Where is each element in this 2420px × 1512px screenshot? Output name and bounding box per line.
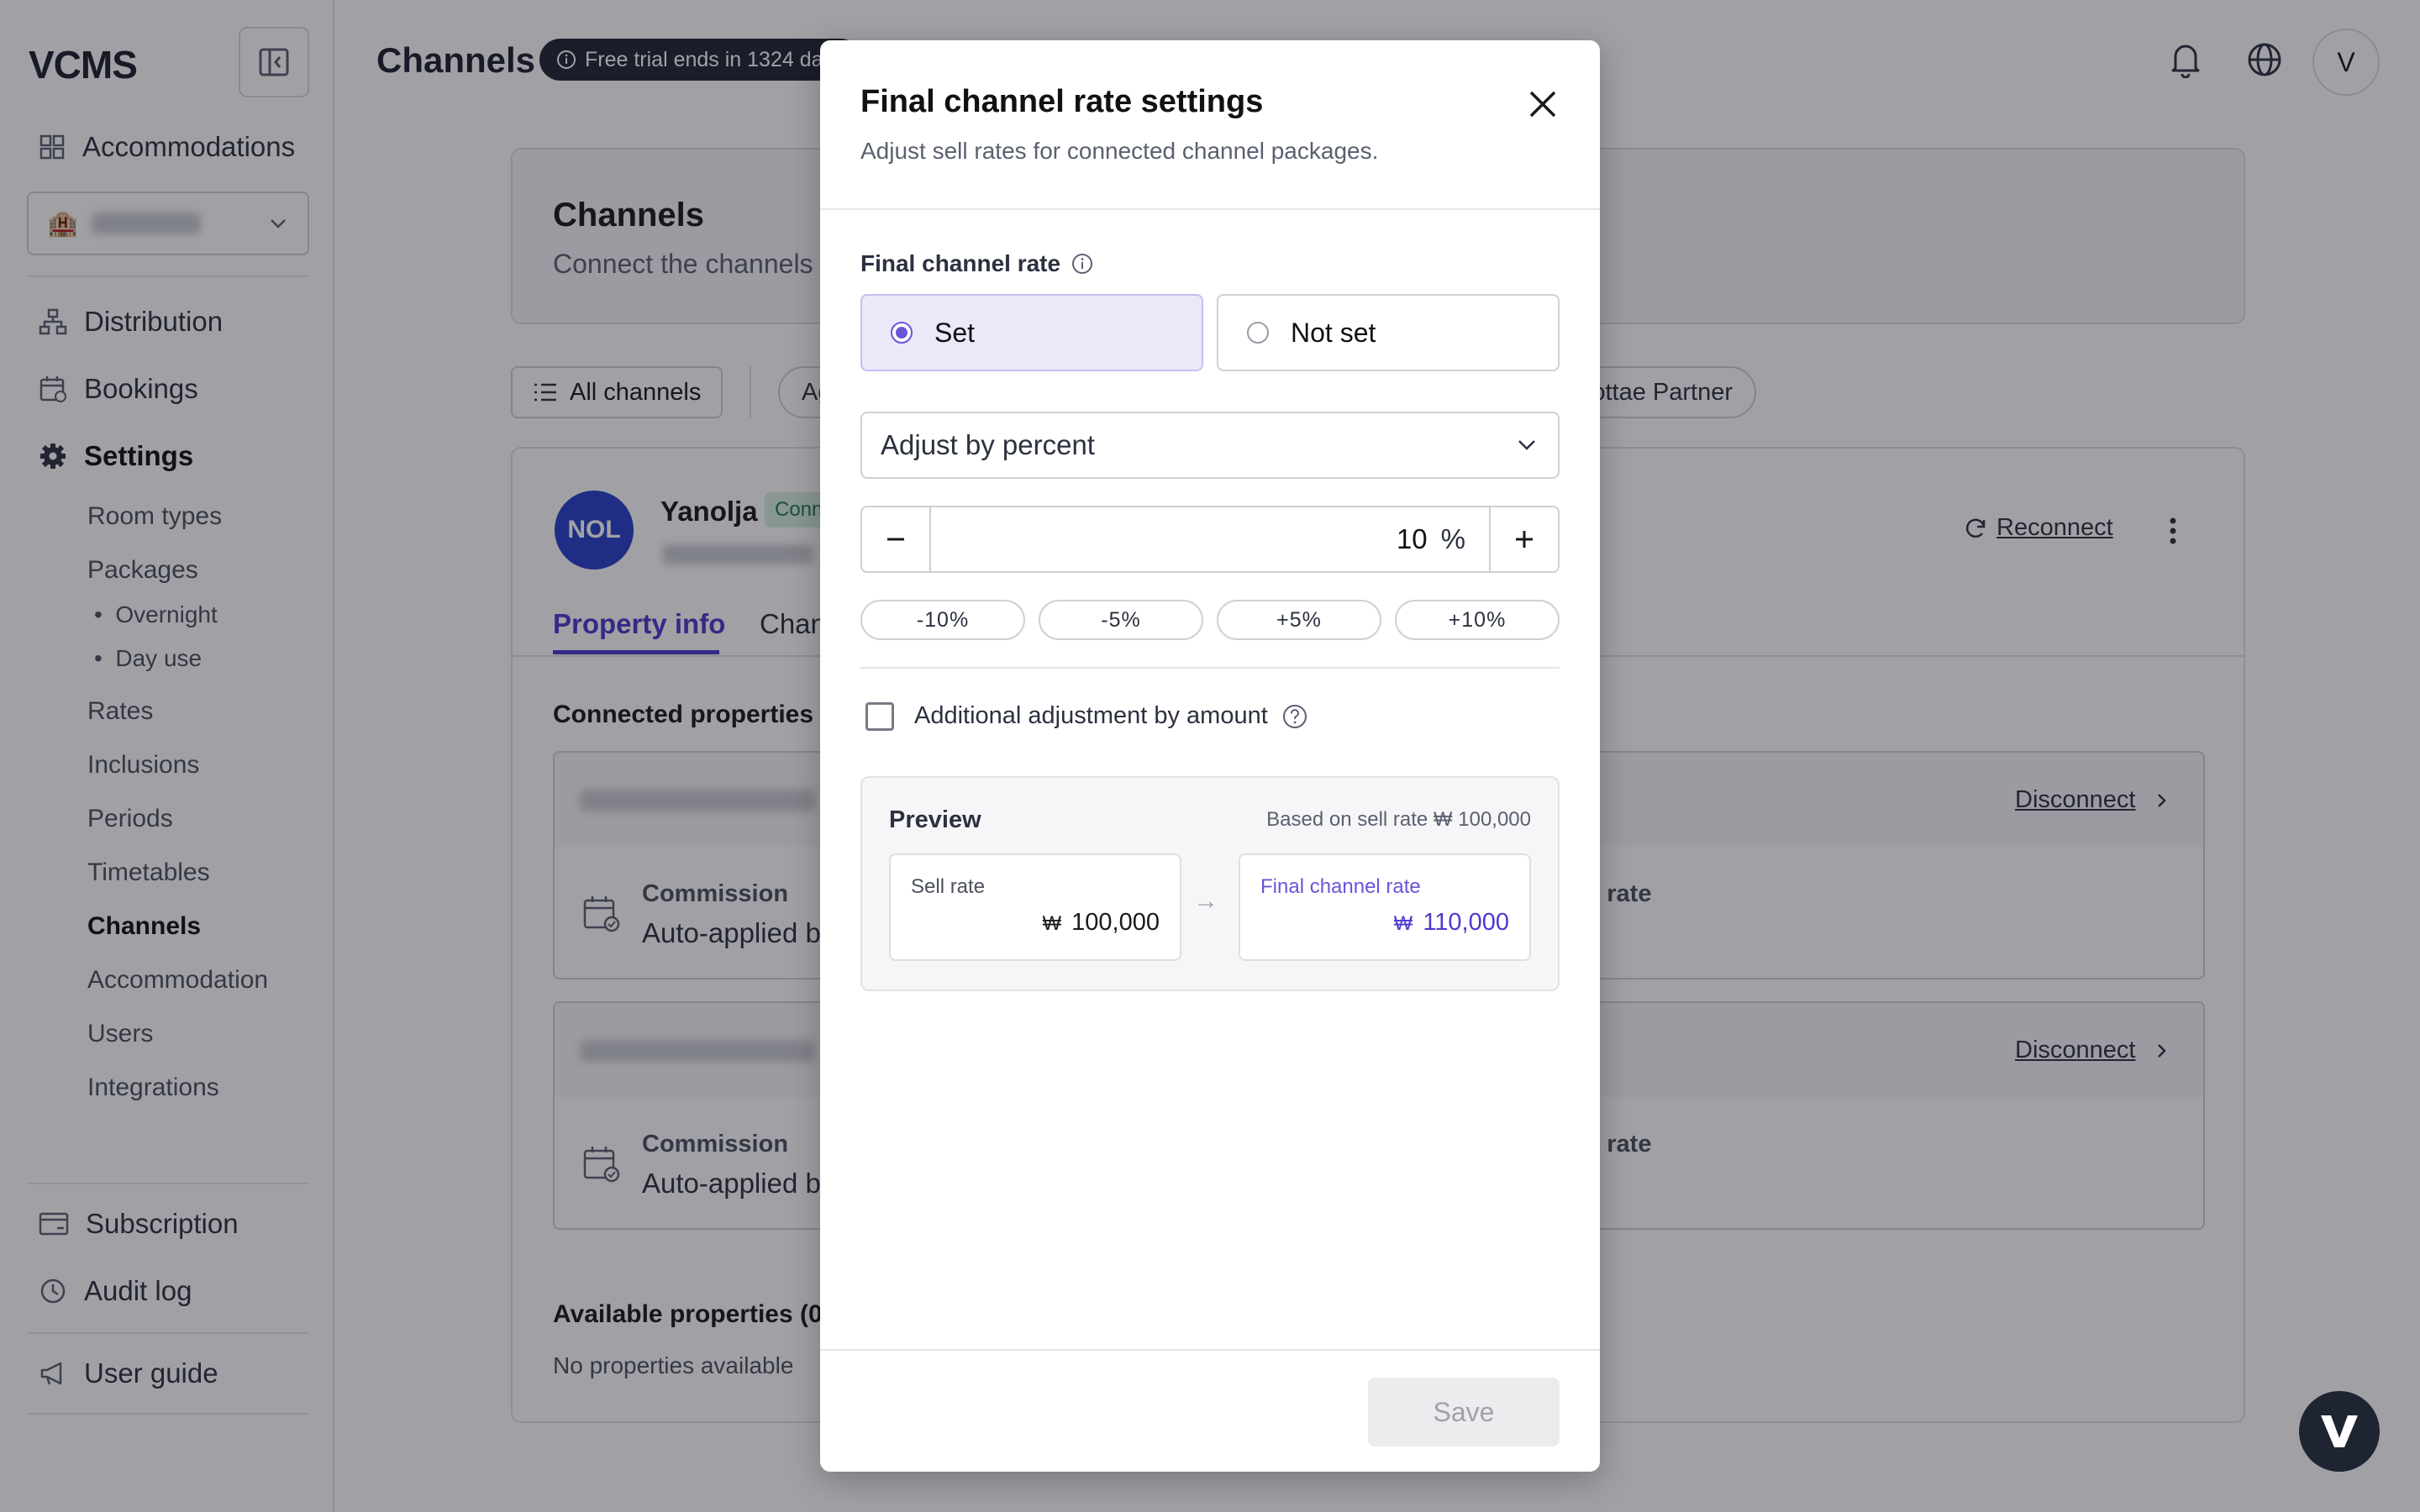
quick-adjust-plus-10[interactable]: +10% bbox=[1395, 600, 1560, 640]
percent-stepper: 10 % bbox=[860, 506, 1560, 573]
preview-title: Preview bbox=[889, 806, 981, 833]
final-rate-value: ₩ 110,000 bbox=[1394, 909, 1509, 937]
final-rate-box: Final channel rate ₩ 110,000 bbox=[1239, 853, 1531, 961]
additional-adjust-label[interactable]: Additional adjustment by amount bbox=[914, 702, 1308, 730]
preview-panel: Preview Based on sell rate ₩ 100,000 Sel… bbox=[860, 776, 1560, 991]
percent-input[interactable]: 10 % bbox=[929, 507, 1491, 571]
additional-adjust-text: Additional adjustment by amount bbox=[914, 702, 1268, 729]
final-rate-label: Final channel rate bbox=[1260, 875, 1421, 898]
final-rate-modal: Final channel rate settings Adjust sell … bbox=[820, 40, 1600, 1472]
sell-rate-amount: 100,000 bbox=[1071, 909, 1160, 936]
option-not-set[interactable]: Not set bbox=[1217, 294, 1560, 371]
option-set[interactable]: Set bbox=[860, 294, 1203, 371]
final-rate-section-label: Final channel rate bbox=[860, 250, 1094, 277]
preview-based-on: Based on sell rate ₩ 100,000 bbox=[1266, 808, 1531, 831]
radio-not-set[interactable] bbox=[1247, 322, 1269, 344]
close-icon bbox=[1529, 91, 1556, 118]
modal-footer-divider bbox=[820, 1349, 1600, 1351]
help-chat-button[interactable] bbox=[2299, 1391, 2380, 1472]
increment-button[interactable] bbox=[1491, 507, 1558, 571]
modal-divider bbox=[820, 208, 1600, 210]
minus-icon bbox=[887, 538, 904, 541]
quick-adjust-minus-10[interactable]: -10% bbox=[860, 600, 1025, 640]
close-button[interactable] bbox=[1519, 81, 1566, 128]
help-circle-icon[interactable] bbox=[1281, 703, 1308, 730]
final-rate-amount: 110,000 bbox=[1423, 909, 1509, 936]
percent-unit: % bbox=[1440, 523, 1465, 554]
plus-icon bbox=[1516, 531, 1533, 548]
info-icon[interactable] bbox=[1071, 252, 1094, 276]
currency-symbol: ₩ bbox=[1393, 912, 1413, 935]
radio-set[interactable] bbox=[891, 322, 913, 344]
additional-adjust-checkbox[interactable] bbox=[865, 702, 894, 731]
chevron-down-icon bbox=[1518, 440, 1535, 450]
modal-subtitle: Adjust sell rates for connected channel … bbox=[860, 138, 1379, 164]
modal-title: Final channel rate settings bbox=[860, 84, 1264, 119]
currency-symbol: ₩ bbox=[1042, 912, 1062, 935]
quick-adjust-minus-5[interactable]: -5% bbox=[1039, 600, 1203, 640]
section-label-text: Final channel rate bbox=[860, 250, 1061, 276]
sell-rate-value: ₩ 100,000 bbox=[1043, 909, 1160, 937]
adjust-mode-select[interactable]: Adjust by percent bbox=[860, 412, 1560, 479]
arrow-right-icon: → bbox=[1193, 887, 1218, 915]
sell-rate-box: Sell rate ₩ 100,000 bbox=[889, 853, 1181, 961]
sell-rate-label: Sell rate bbox=[911, 875, 986, 898]
section-divider bbox=[860, 667, 1560, 669]
adjust-mode-value: Adjust by percent bbox=[881, 429, 1095, 460]
save-button[interactable]: Save bbox=[1368, 1378, 1560, 1446]
option-label: Set bbox=[934, 317, 976, 348]
quick-adjust-plus-5[interactable]: +5% bbox=[1217, 600, 1381, 640]
percent-value: 10 bbox=[1396, 523, 1428, 554]
vcms-v-icon bbox=[2321, 1415, 2358, 1447]
option-label: Not set bbox=[1291, 317, 1376, 348]
decrement-button[interactable] bbox=[862, 507, 929, 571]
